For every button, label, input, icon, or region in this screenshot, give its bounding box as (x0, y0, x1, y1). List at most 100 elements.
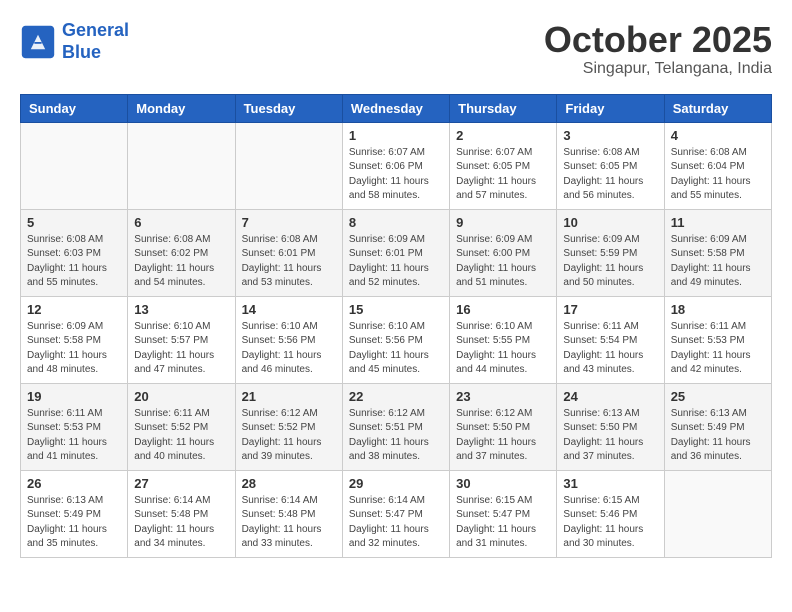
day-info: Sunrise: 6:08 AM Sunset: 6:04 PM Dayligh… (671, 146, 765, 204)
day-info: Sunrise: 6:10 AM Sunset: 5:56 PM Dayligh… (242, 320, 336, 378)
day-info: Sunrise: 6:09 AM Sunset: 5:58 PM Dayligh… (27, 320, 121, 378)
day-number: 6 (134, 215, 228, 230)
logo-text: General Blue (62, 20, 129, 63)
day-info: Sunrise: 6:10 AM Sunset: 5:56 PM Dayligh… (349, 320, 443, 378)
calendar-cell: 14Sunrise: 6:10 AM Sunset: 5:56 PM Dayli… (235, 296, 342, 383)
day-info: Sunrise: 6:10 AM Sunset: 5:57 PM Dayligh… (134, 320, 228, 378)
calendar-cell: 7 Sunrise: 6:08 AM Sunset: 6:01 PM Daylig… (235, 209, 342, 296)
day-number: 3 (563, 128, 657, 143)
calendar-cell (235, 122, 342, 209)
calendar-table: SundayMondayTuesdayWednesdayThursdayFrid… (20, 94, 772, 558)
day-number: 13 (134, 302, 228, 317)
day-number: 16 (456, 302, 550, 317)
day-number: 8 (349, 215, 443, 230)
calendar-cell: 8 Sunrise: 6:09 AM Sunset: 6:01 PM Daylig… (342, 209, 449, 296)
page-header: General Blue October 2025 Singapur, Tela… (20, 20, 772, 78)
day-number: 10 (563, 215, 657, 230)
day-number: 11 (671, 215, 765, 230)
calendar-cell: 30Sunrise: 6:15 AM Sunset: 5:47 PM Dayli… (450, 470, 557, 557)
day-number: 22 (349, 389, 443, 404)
week-row-4: 19Sunrise: 6:11 AM Sunset: 5:53 PM Dayli… (21, 383, 772, 470)
day-info: Sunrise: 6:15 AM Sunset: 5:46 PM Dayligh… (563, 494, 657, 552)
week-row-1: 1 Sunrise: 6:07 AM Sunset: 6:06 PM Daylig… (21, 122, 772, 209)
day-number: 25 (671, 389, 765, 404)
day-info: Sunrise: 6:11 AM Sunset: 5:54 PM Dayligh… (563, 320, 657, 378)
day-info: Sunrise: 6:14 AM Sunset: 5:48 PM Dayligh… (242, 494, 336, 552)
calendar-cell (21, 122, 128, 209)
day-number: 7 (242, 215, 336, 230)
day-info: Sunrise: 6:11 AM Sunset: 5:53 PM Dayligh… (27, 407, 121, 465)
day-number: 21 (242, 389, 336, 404)
day-info: Sunrise: 6:12 AM Sunset: 5:50 PM Dayligh… (456, 407, 550, 465)
day-number: 27 (134, 476, 228, 491)
day-info: Sunrise: 6:07 AM Sunset: 6:06 PM Dayligh… (349, 146, 443, 204)
calendar-cell: 17 Sunrise: 6:11 AM Sunset: 5:54 PM Dayli… (557, 296, 664, 383)
location-subtitle: Singapur, Telangana, India (544, 60, 772, 78)
day-number: 4 (671, 128, 765, 143)
logo-line1: General (62, 20, 129, 40)
calendar-cell: 11 Sunrise: 6:09 AM Sunset: 5:58 PM Dayli… (664, 209, 771, 296)
calendar-cell: 3 Sunrise: 6:08 AM Sunset: 6:05 PM Daylig… (557, 122, 664, 209)
calendar-cell: 2Sunrise: 6:07 AM Sunset: 6:05 PM Daylig… (450, 122, 557, 209)
day-number: 17 (563, 302, 657, 317)
day-info: Sunrise: 6:09 AM Sunset: 5:58 PM Dayligh… (671, 233, 765, 291)
title-block: October 2025 Singapur, Telangana, India (544, 20, 772, 78)
calendar-cell: 25 Sunrise: 6:13 AM Sunset: 5:49 PM Dayli… (664, 383, 771, 470)
week-row-5: 26 Sunrise: 6:13 AM Sunset: 5:49 PM Dayli… (21, 470, 772, 557)
day-info: Sunrise: 6:11 AM Sunset: 5:53 PM Dayligh… (671, 320, 765, 378)
weekday-header-wednesday: Wednesday (342, 94, 449, 122)
calendar-cell: 15 Sunrise: 6:10 AM Sunset: 5:56 PM Dayli… (342, 296, 449, 383)
calendar-cell (128, 122, 235, 209)
calendar-cell: 24Sunrise: 6:13 AM Sunset: 5:50 PM Dayli… (557, 383, 664, 470)
calendar-cell: 1 Sunrise: 6:07 AM Sunset: 6:06 PM Daylig… (342, 122, 449, 209)
day-number: 20 (134, 389, 228, 404)
calendar-cell: 31 Sunrise: 6:15 AM Sunset: 5:46 PM Dayli… (557, 470, 664, 557)
day-info: Sunrise: 6:14 AM Sunset: 5:48 PM Dayligh… (134, 494, 228, 552)
day-info: Sunrise: 6:15 AM Sunset: 5:47 PM Dayligh… (456, 494, 550, 552)
day-info: Sunrise: 6:10 AM Sunset: 5:55 PM Dayligh… (456, 320, 550, 378)
day-number: 26 (27, 476, 121, 491)
day-info: Sunrise: 6:12 AM Sunset: 5:51 PM Dayligh… (349, 407, 443, 465)
weekday-header-saturday: Saturday (664, 94, 771, 122)
weekday-header-row: SundayMondayTuesdayWednesdayThursdayFrid… (21, 94, 772, 122)
weekday-header-friday: Friday (557, 94, 664, 122)
day-number: 15 (349, 302, 443, 317)
weekday-header-tuesday: Tuesday (235, 94, 342, 122)
day-info: Sunrise: 6:08 AM Sunset: 6:01 PM Dayligh… (242, 233, 336, 291)
calendar-cell: 9Sunrise: 6:09 AM Sunset: 6:00 PM Daylig… (450, 209, 557, 296)
calendar-cell: 19Sunrise: 6:11 AM Sunset: 5:53 PM Dayli… (21, 383, 128, 470)
calendar-cell: 10 Sunrise: 6:09 AM Sunset: 5:59 PM Dayli… (557, 209, 664, 296)
weekday-header-thursday: Thursday (450, 94, 557, 122)
weekday-header-sunday: Sunday (21, 94, 128, 122)
day-number: 28 (242, 476, 336, 491)
week-row-3: 12 Sunrise: 6:09 AM Sunset: 5:58 PM Dayli… (21, 296, 772, 383)
calendar-cell: 6 Sunrise: 6:08 AM Sunset: 6:02 PM Daylig… (128, 209, 235, 296)
day-number: 31 (563, 476, 657, 491)
weekday-header-monday: Monday (128, 94, 235, 122)
calendar-cell: 16 Sunrise: 6:10 AM Sunset: 5:55 PM Dayli… (450, 296, 557, 383)
logo-icon (20, 24, 56, 60)
calendar-cell: 18Sunrise: 6:11 AM Sunset: 5:53 PM Dayli… (664, 296, 771, 383)
logo: General Blue (20, 20, 129, 63)
day-info: Sunrise: 6:12 AM Sunset: 5:52 PM Dayligh… (242, 407, 336, 465)
calendar-cell: 20 Sunrise: 6:11 AM Sunset: 5:52 PM Dayli… (128, 383, 235, 470)
day-info: Sunrise: 6:08 AM Sunset: 6:03 PM Dayligh… (27, 233, 121, 291)
day-number: 23 (456, 389, 550, 404)
day-info: Sunrise: 6:13 AM Sunset: 5:49 PM Dayligh… (671, 407, 765, 465)
calendar-cell: 4 Sunrise: 6:08 AM Sunset: 6:04 PM Daylig… (664, 122, 771, 209)
day-info: Sunrise: 6:13 AM Sunset: 5:49 PM Dayligh… (27, 494, 121, 552)
day-number: 12 (27, 302, 121, 317)
day-info: Sunrise: 6:09 AM Sunset: 6:00 PM Dayligh… (456, 233, 550, 291)
day-number: 1 (349, 128, 443, 143)
logo-line2: Blue (62, 42, 101, 62)
day-info: Sunrise: 6:11 AM Sunset: 5:52 PM Dayligh… (134, 407, 228, 465)
day-number: 24 (563, 389, 657, 404)
calendar-cell: 12 Sunrise: 6:09 AM Sunset: 5:58 PM Dayli… (21, 296, 128, 383)
day-info: Sunrise: 6:08 AM Sunset: 6:02 PM Dayligh… (134, 233, 228, 291)
day-info: Sunrise: 6:09 AM Sunset: 6:01 PM Dayligh… (349, 233, 443, 291)
day-info: Sunrise: 6:14 AM Sunset: 5:47 PM Dayligh… (349, 494, 443, 552)
calendar-cell: 23 Sunrise: 6:12 AM Sunset: 5:50 PM Dayli… (450, 383, 557, 470)
day-info: Sunrise: 6:09 AM Sunset: 5:59 PM Dayligh… (563, 233, 657, 291)
calendar-cell: 29Sunrise: 6:14 AM Sunset: 5:47 PM Dayli… (342, 470, 449, 557)
day-info: Sunrise: 6:08 AM Sunset: 6:05 PM Dayligh… (563, 146, 657, 204)
